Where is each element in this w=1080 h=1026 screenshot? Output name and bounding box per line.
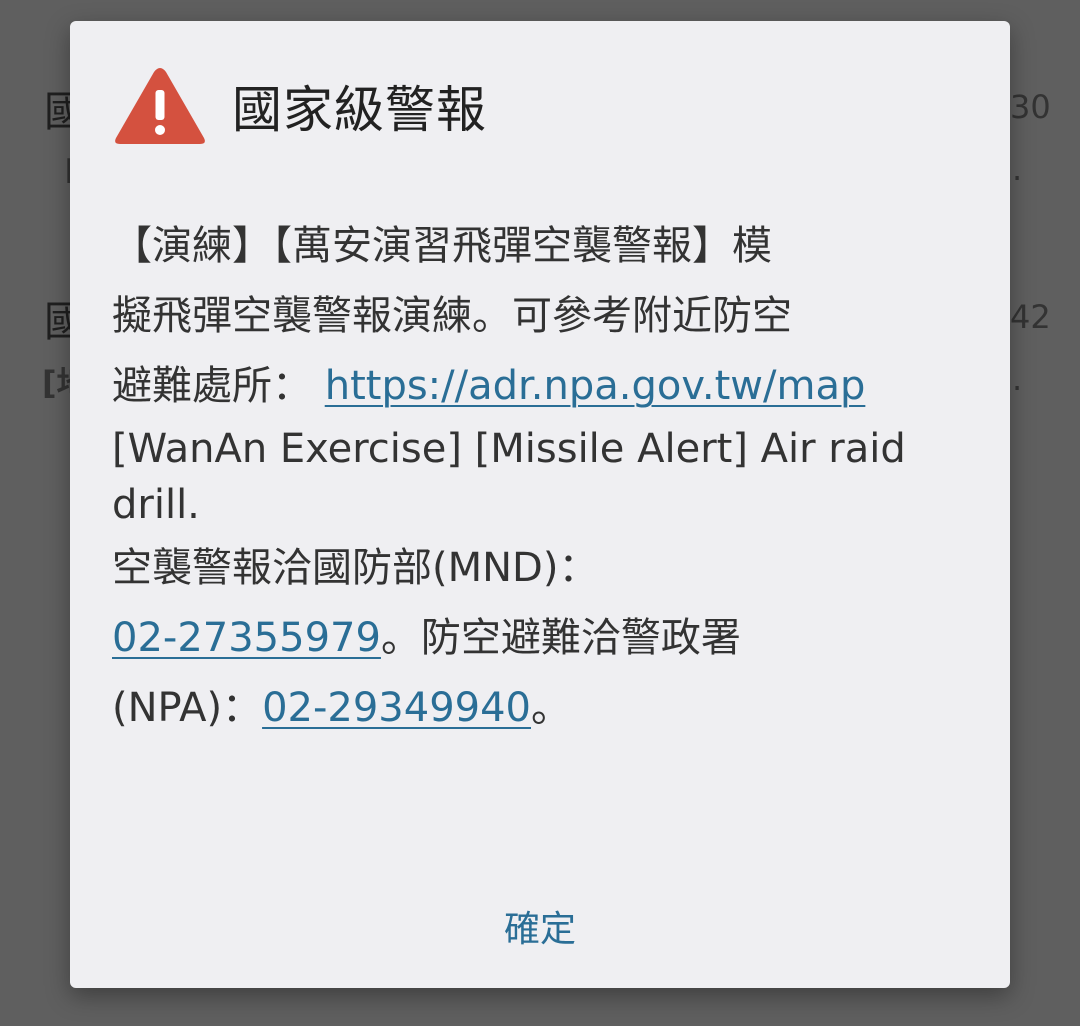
message-line-mnd: 空襲警報洽國防部(MND)： (112, 545, 599, 591)
dialog-title: 國家級警報 (232, 81, 487, 139)
dialog-header: 國家級警報 (114, 61, 487, 151)
shelter-label: 避難處所： (112, 363, 325, 409)
npa-prefix: (NPA)： (112, 685, 263, 731)
background-item-overflow: . (1012, 150, 1023, 188)
shelter-map-link[interactable]: https://adr.npa.gov.tw/map (325, 363, 866, 409)
background-item-overflow: . (1012, 360, 1023, 398)
message-line: 【演練】【萬安演習飛彈空襲警報】模 (112, 223, 772, 269)
background-item-time: 42 (1010, 298, 1051, 336)
message-line-phones: 02-27355979。防空避難洽警政署 (112, 603, 962, 673)
message-line-english: [WanAn Exercise] [Missile Alert] Air rai… (112, 426, 906, 472)
alert-message-body: 【演練】【萬安演習飛彈空襲警報】模 擬飛彈空襲警報演練。可參考附近防空 避難處所… (112, 211, 962, 743)
background-item-time: 30 (1010, 88, 1051, 126)
message-line-english: drill. (112, 482, 200, 528)
message-end: 。 (531, 685, 571, 731)
warning-triangle-icon (115, 68, 205, 144)
screen: 國 I 30 . 國 [地 42 . 國家級警報 【演練】【萬安演習飛彈空襲警報… (0, 0, 1080, 1026)
message-line: 擬飛彈空襲警報演練。可參考附近防空 (112, 293, 792, 339)
message-line-shelter: 避難處所： https://adr.npa.gov.tw/map (112, 351, 962, 421)
npa-label: 。防空避難洽警政署 (380, 615, 741, 661)
npa-phone-link[interactable]: 02-29349940 (262, 685, 531, 731)
mnd-phone-link[interactable]: 02-27355979 (112, 615, 381, 661)
message-line-npa: (NPA)：02-29349940。 (112, 673, 962, 743)
ok-button[interactable]: 確定 (475, 891, 605, 961)
alert-dialog: 國家級警報 【演練】【萬安演習飛彈空襲警報】模 擬飛彈空襲警報演練。可參考附近防… (70, 21, 1010, 988)
